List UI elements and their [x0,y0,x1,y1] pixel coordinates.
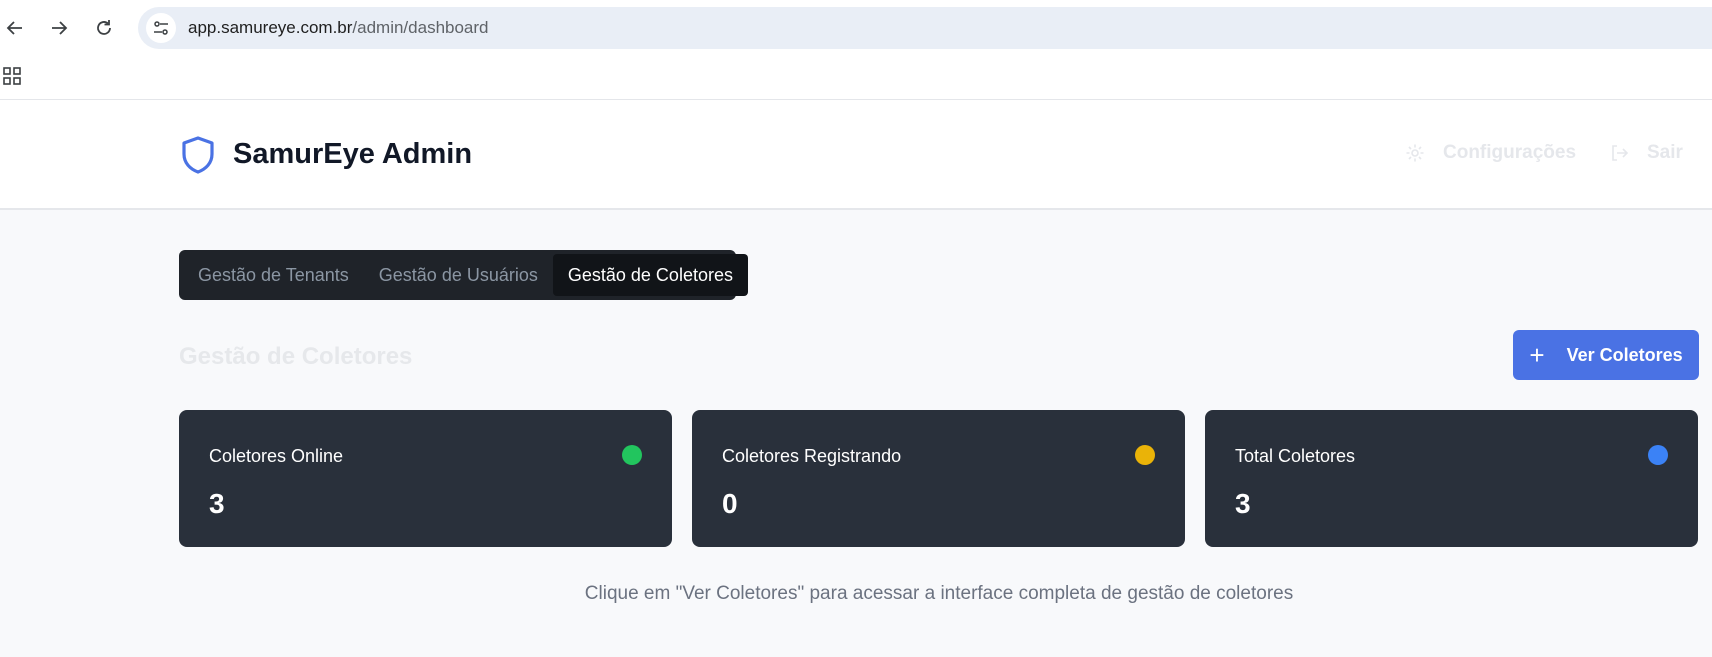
forward-button[interactable] [45,14,73,42]
tune-icon [154,21,168,35]
settings-label: Configurações [1443,142,1577,163]
url-host: app.samureye.com.br [188,18,353,37]
hint-text: Clique em "Ver Coletores" para acessar a… [584,583,1294,604]
status-dot-icon [1135,445,1155,465]
apps-grid-icon[interactable] [2,65,24,87]
url-path: /admin/dashboard [352,18,489,37]
url-text[interactable]: app.samureye.com.br/admin/dashboard [188,18,489,38]
logout-label: Sair [1647,142,1683,163]
stat-card-registering: Coletores Registrando 0 [692,410,1185,547]
settings-button[interactable]: Configurações [1405,142,1576,164]
stat-card-value: 3 [209,488,225,519]
logout-button[interactable]: Sair [1609,142,1683,164]
stat-card-online: Coletores Online 3 [179,410,672,547]
stat-card-total: Total Coletores 3 [1205,410,1698,547]
reload-icon [97,20,111,35]
stat-card-value: 3 [1235,488,1251,519]
gear-icon [1406,144,1424,162]
stat-card-label: Coletores Online [209,446,344,466]
tab-users[interactable]: Gestão de Usuários [364,254,553,296]
tab-collectors[interactable]: Gestão de Coletores [552,254,748,296]
bookmarks-bar [0,56,1712,100]
status-dot-icon [1648,445,1668,465]
browser-toolbar: app.samureye.com.br/admin/dashboard [0,0,1712,56]
stat-card-label: Coletores Registrando [722,446,902,466]
plus-icon: + [1529,340,1545,370]
site-info-button[interactable] [146,13,176,43]
back-button[interactable] [1,14,29,42]
tab-tenants[interactable]: Gestão de Tenants [183,254,364,296]
section-title: Gestão de Coletores [179,343,413,370]
view-collectors-button[interactable]: + Ver Coletores [1513,330,1699,380]
view-collectors-label: Ver Coletores [1566,344,1683,365]
app-title: SamurEye Admin [233,138,473,170]
address-bar[interactable]: app.samureye.com.br/admin/dashboard [138,7,1712,49]
reload-button[interactable] [90,14,118,42]
arrow-right-icon [52,21,68,35]
stat-card-value: 0 [722,488,738,519]
arrow-left-icon [6,21,22,35]
status-dot-icon [622,445,642,465]
shield-icon [182,136,214,174]
logout-icon [1612,145,1629,161]
stat-card-label: Total Coletores [1235,446,1356,466]
admin-tabs: Gestão de Tenants Gestão de Usuários Ges… [179,250,748,300]
